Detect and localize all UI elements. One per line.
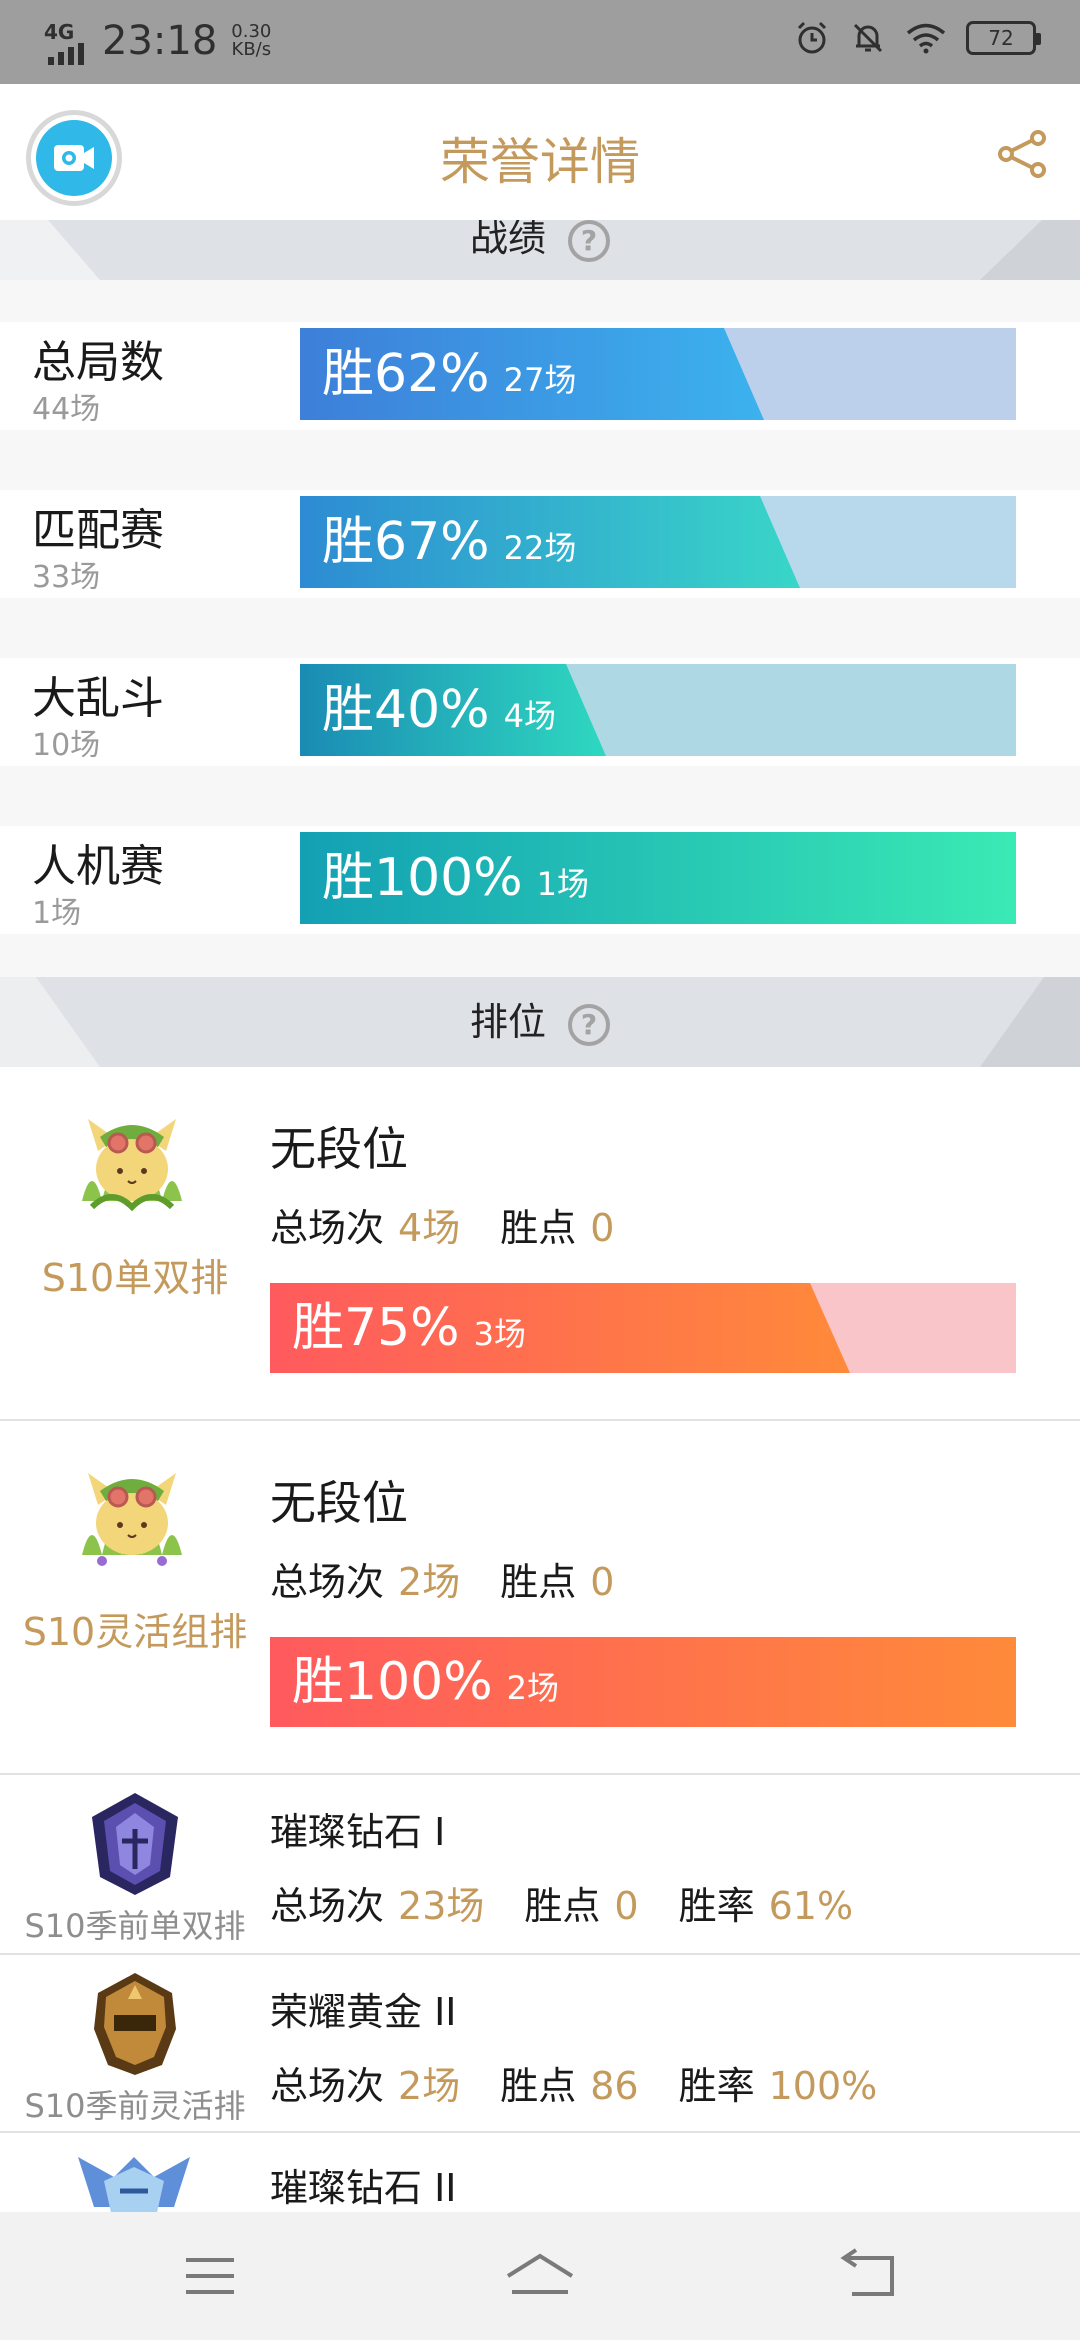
- diamond-emblem-icon: [92, 1793, 178, 1895]
- win-count: 2场: [506, 1669, 560, 1707]
- win-count: 1场: [536, 865, 590, 903]
- mute-icon: [853, 23, 883, 53]
- league-points-value: 0: [614, 1884, 639, 1928]
- teemo-icon: [82, 1119, 182, 1212]
- queue-name: S10单双排: [41, 1256, 229, 1300]
- preseason-card-partial[interactable]: 璀璨钻石 II: [0, 2133, 1080, 2213]
- rank-stats: 总场次 4场 胜点 0: [270, 1197, 654, 1252]
- total-games-label: 总场次: [270, 1884, 385, 1928]
- win-rate-text: 胜62%: [322, 344, 490, 404]
- signal-indicator: 4G: [44, 22, 88, 65]
- rank-tier: 无段位: [270, 1476, 408, 1530]
- help-icon[interactable]: ?: [568, 1003, 610, 1046]
- ranked-section-header: 排位?: [0, 977, 1080, 1067]
- mode-name: 匹配赛: [32, 505, 164, 556]
- preseason-card-solo[interactable]: S10季前单双排 璀璨钻石 I 总场次 23场 胜点 0 胜率 61%: [0, 1775, 1080, 1955]
- page-title: 荣誉详情: [440, 133, 640, 191]
- system-nav-bar: [0, 2212, 1080, 2340]
- total-games-label: 总场次: [270, 2064, 385, 2108]
- win-rate-text: 胜67%: [322, 512, 490, 572]
- network-speed: 0.30 KB/s: [231, 23, 271, 59]
- preseason-card-flex[interactable]: S10季前灵活排 荣耀黄金 II 总场次 2场 胜点 86 胜率 100%: [0, 1955, 1080, 2133]
- stat-row[interactable]: 总局数 44场 胜62% 27场: [0, 322, 1080, 430]
- rank-tier: 荣耀黄金 II: [270, 1990, 457, 2034]
- total-games-value: 4场: [398, 1206, 461, 1250]
- league-points-label: 胜点: [500, 1206, 577, 1250]
- rank-tier: 璀璨钻石 II: [270, 2166, 457, 2210]
- win-rate-label: 胜率: [678, 2064, 755, 2108]
- mode-games-count: 1场: [32, 896, 82, 931]
- rank-stats: 总场次 23场 胜点 0 胜率 61%: [270, 1875, 893, 1930]
- win-count: 3场: [473, 1315, 526, 1353]
- stat-row[interactable]: 大乱斗 10场 胜40% 4场: [0, 658, 1080, 766]
- home-icon[interactable]: [500, 2242, 580, 2310]
- win-rate-text: 胜100%: [292, 1652, 493, 1712]
- win-rate-bar: 胜100% 1场: [300, 832, 1016, 924]
- ranked-card-solo[interactable]: S10单双排 无段位 总场次 4场 胜点 0 胜75% 3场: [0, 1067, 1080, 1421]
- win-count: 4场: [503, 697, 556, 735]
- queue-name: S10灵活组排: [22, 1610, 248, 1654]
- rank-stats: 总场次 2场 胜点 86 胜率 100%: [270, 2055, 917, 2110]
- win-rate-text: 胜75%: [292, 1298, 460, 1358]
- back-icon[interactable]: [830, 2242, 910, 2310]
- total-games-label: 总场次: [270, 1206, 385, 1250]
- mode-games-count: 33场: [32, 560, 101, 595]
- total-games-value: 2场: [398, 1560, 461, 1604]
- teemo-icon: [82, 1473, 182, 1566]
- total-games-value: 23场: [398, 1884, 485, 1928]
- win-rate-bar: 胜100% 2场: [270, 1637, 1016, 1727]
- status-bar: 4G 23:18 0.30 KB/s 72: [0, 0, 1080, 84]
- queue-name: S10季前灵活排: [24, 2087, 246, 2125]
- rank-tier: 无段位: [270, 1122, 408, 1176]
- win-rate-value: 61%: [768, 1884, 854, 1928]
- win-rate-value: 100%: [768, 2064, 878, 2108]
- total-games-value: 2场: [398, 2064, 461, 2108]
- wifi-icon: [906, 23, 946, 54]
- gold-emblem-icon: [94, 1973, 176, 2075]
- mode-games-count: 44场: [32, 392, 101, 427]
- win-rate-bar: 胜40% 4场: [300, 664, 1016, 756]
- queue-name: S10季前单双排: [24, 1907, 246, 1945]
- win-count: 27场: [503, 361, 577, 399]
- stat-row[interactable]: 匹配赛 33场 胜67% 22场: [0, 490, 1080, 598]
- network-speed-unit: KB/s: [231, 39, 272, 60]
- app-header: 荣誉详情: [0, 84, 1080, 220]
- mode-games-count: 10场: [32, 728, 101, 763]
- win-rate-bar: 胜75% 3场: [270, 1283, 1016, 1373]
- league-points-label: 胜点: [524, 1884, 601, 1928]
- battery-icon: 72: [966, 21, 1041, 55]
- win-rate-label: 胜率: [678, 1884, 755, 1928]
- mode-name: 大乱斗: [32, 673, 164, 724]
- stats-section-header: 战绩?: [0, 220, 1080, 280]
- signal-icon: [48, 37, 84, 65]
- rank-stats: 总场次 2场 胜点 0: [270, 1551, 654, 1606]
- help-icon[interactable]: ?: [568, 220, 610, 262]
- win-rate-text: 胜40%: [322, 680, 490, 740]
- league-points-label: 胜点: [500, 1560, 577, 1604]
- league-points-value: 0: [590, 1206, 615, 1250]
- battery-level: 72: [988, 26, 1014, 50]
- win-count: 22场: [503, 529, 577, 567]
- win-rate-text: 胜100%: [322, 848, 523, 908]
- league-points-value: 86: [590, 2064, 639, 2108]
- share-icon[interactable]: [994, 126, 1050, 182]
- mode-name: 总局数: [32, 337, 164, 388]
- clock: 23:18: [102, 18, 218, 64]
- alarm-icon: [797, 21, 827, 54]
- platinum-emblem-icon: [78, 2157, 190, 2213]
- win-rate-bar: 胜62% 27场: [300, 328, 1016, 420]
- ranked-section-title: 排位: [469, 1000, 546, 1044]
- stats-section-title: 战绩: [469, 220, 546, 260]
- menu-icon[interactable]: [170, 2242, 250, 2310]
- mode-name: 人机赛: [32, 841, 164, 892]
- win-rate-bar: 胜67% 22场: [300, 496, 1016, 588]
- stat-row[interactable]: 人机赛 1场 胜100% 1场: [0, 826, 1080, 934]
- ranked-card-flex[interactable]: S10灵活组排 无段位 总场次 2场 胜点 0 胜100% 2场: [0, 1421, 1080, 1775]
- league-points-value: 0: [590, 1560, 615, 1604]
- total-games-label: 总场次: [270, 1560, 385, 1604]
- rank-tier: 璀璨钻石 I: [270, 1810, 446, 1854]
- league-points-label: 胜点: [500, 2064, 577, 2108]
